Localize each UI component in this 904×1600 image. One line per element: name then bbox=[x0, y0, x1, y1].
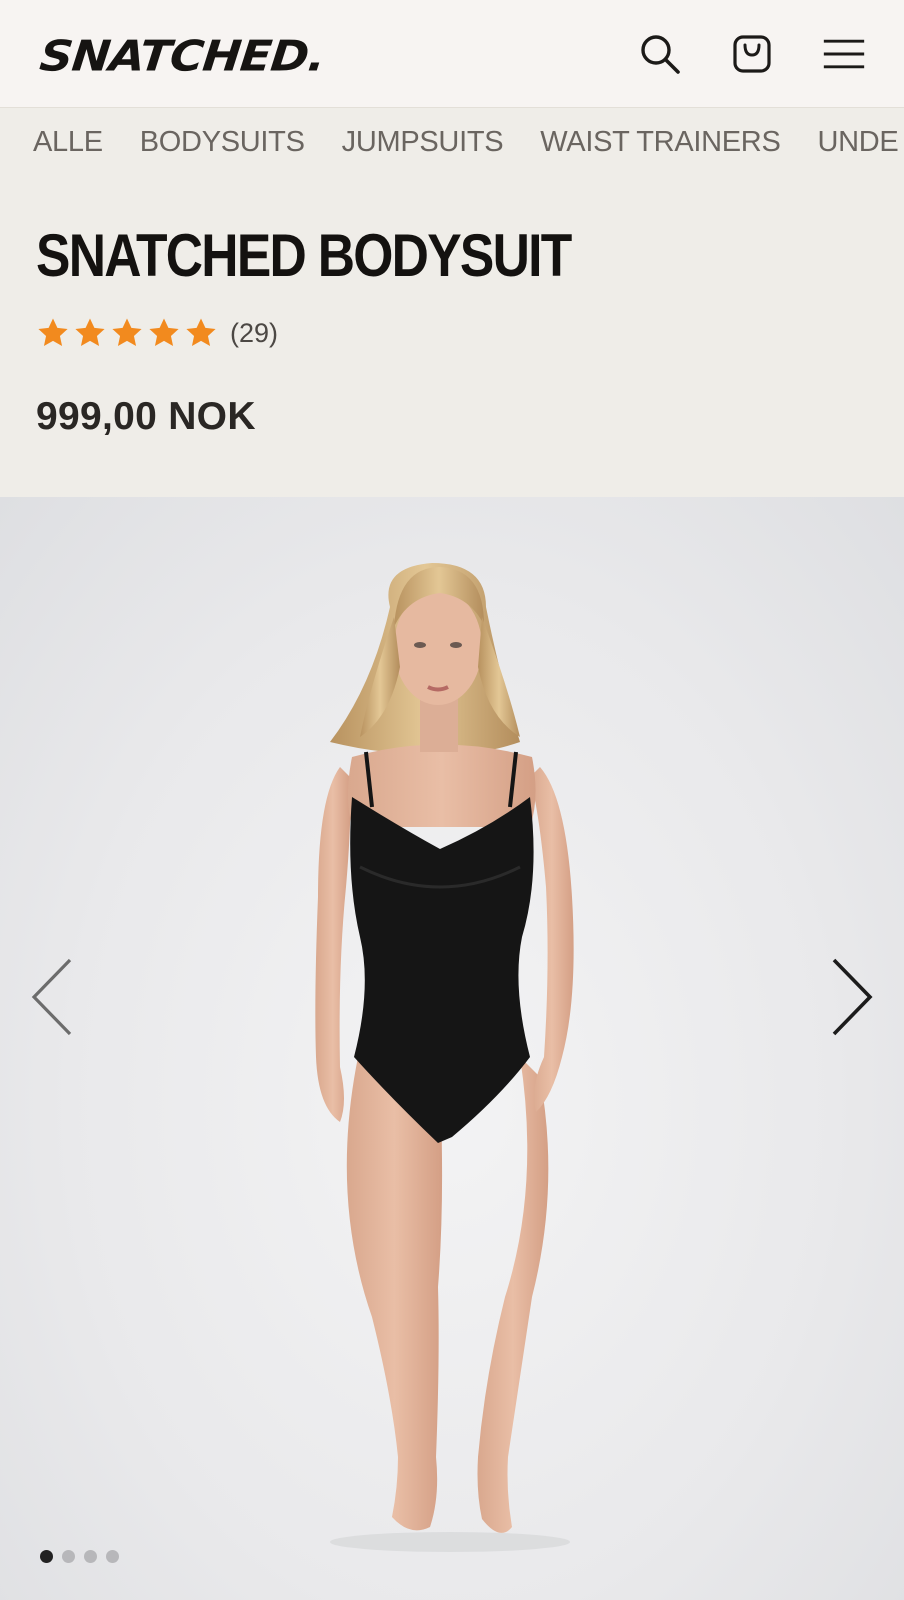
category-jumpsuits[interactable]: JUMPSUITS bbox=[342, 126, 504, 159]
product-price: 999,00 NOK bbox=[36, 395, 256, 438]
product-title: SNATCHED BODYSUIT bbox=[36, 222, 572, 289]
star-rating bbox=[36, 316, 218, 350]
product-image-gallery[interactable] bbox=[0, 497, 904, 1600]
category-nav: ALLE BODYSUITS JUMPSUITS WAIST TRAINERS … bbox=[0, 107, 904, 177]
gallery-dot-1[interactable] bbox=[40, 1550, 53, 1563]
category-waist-trainers[interactable]: WAIST TRAINERS bbox=[540, 126, 781, 159]
gallery-dot-4[interactable] bbox=[106, 1550, 119, 1563]
review-count: (29) bbox=[230, 317, 279, 348]
header-icons bbox=[638, 32, 866, 76]
gallery-dot-3[interactable] bbox=[84, 1550, 97, 1563]
gallery-prev-button[interactable] bbox=[22, 952, 82, 1042]
category-alle[interactable]: ALLE bbox=[33, 126, 103, 159]
shopping-bag-icon[interactable] bbox=[730, 32, 774, 76]
chevron-left-icon bbox=[31, 958, 72, 1036]
search-icon[interactable] bbox=[638, 32, 682, 76]
hamburger-menu-icon[interactable] bbox=[822, 32, 866, 76]
gallery-next-button[interactable] bbox=[822, 952, 882, 1042]
site-header: SNATCHED. bbox=[0, 0, 904, 107]
star-icon bbox=[149, 318, 179, 347]
product-rating[interactable]: (29) bbox=[36, 316, 278, 350]
gallery-dot-2[interactable] bbox=[62, 1550, 75, 1563]
star-icon bbox=[75, 318, 105, 347]
gallery-pagination bbox=[40, 1550, 119, 1563]
chevron-right-icon bbox=[832, 958, 873, 1036]
star-icon bbox=[186, 318, 216, 347]
product-photo-model bbox=[315, 563, 574, 1552]
star-icon bbox=[38, 318, 68, 347]
brand-logo[interactable]: SNATCHED. bbox=[37, 31, 327, 81]
category-underwear[interactable]: UNDE bbox=[818, 126, 899, 159]
category-bodysuits[interactable]: BODYSUITS bbox=[140, 126, 305, 159]
star-icon bbox=[112, 318, 142, 347]
